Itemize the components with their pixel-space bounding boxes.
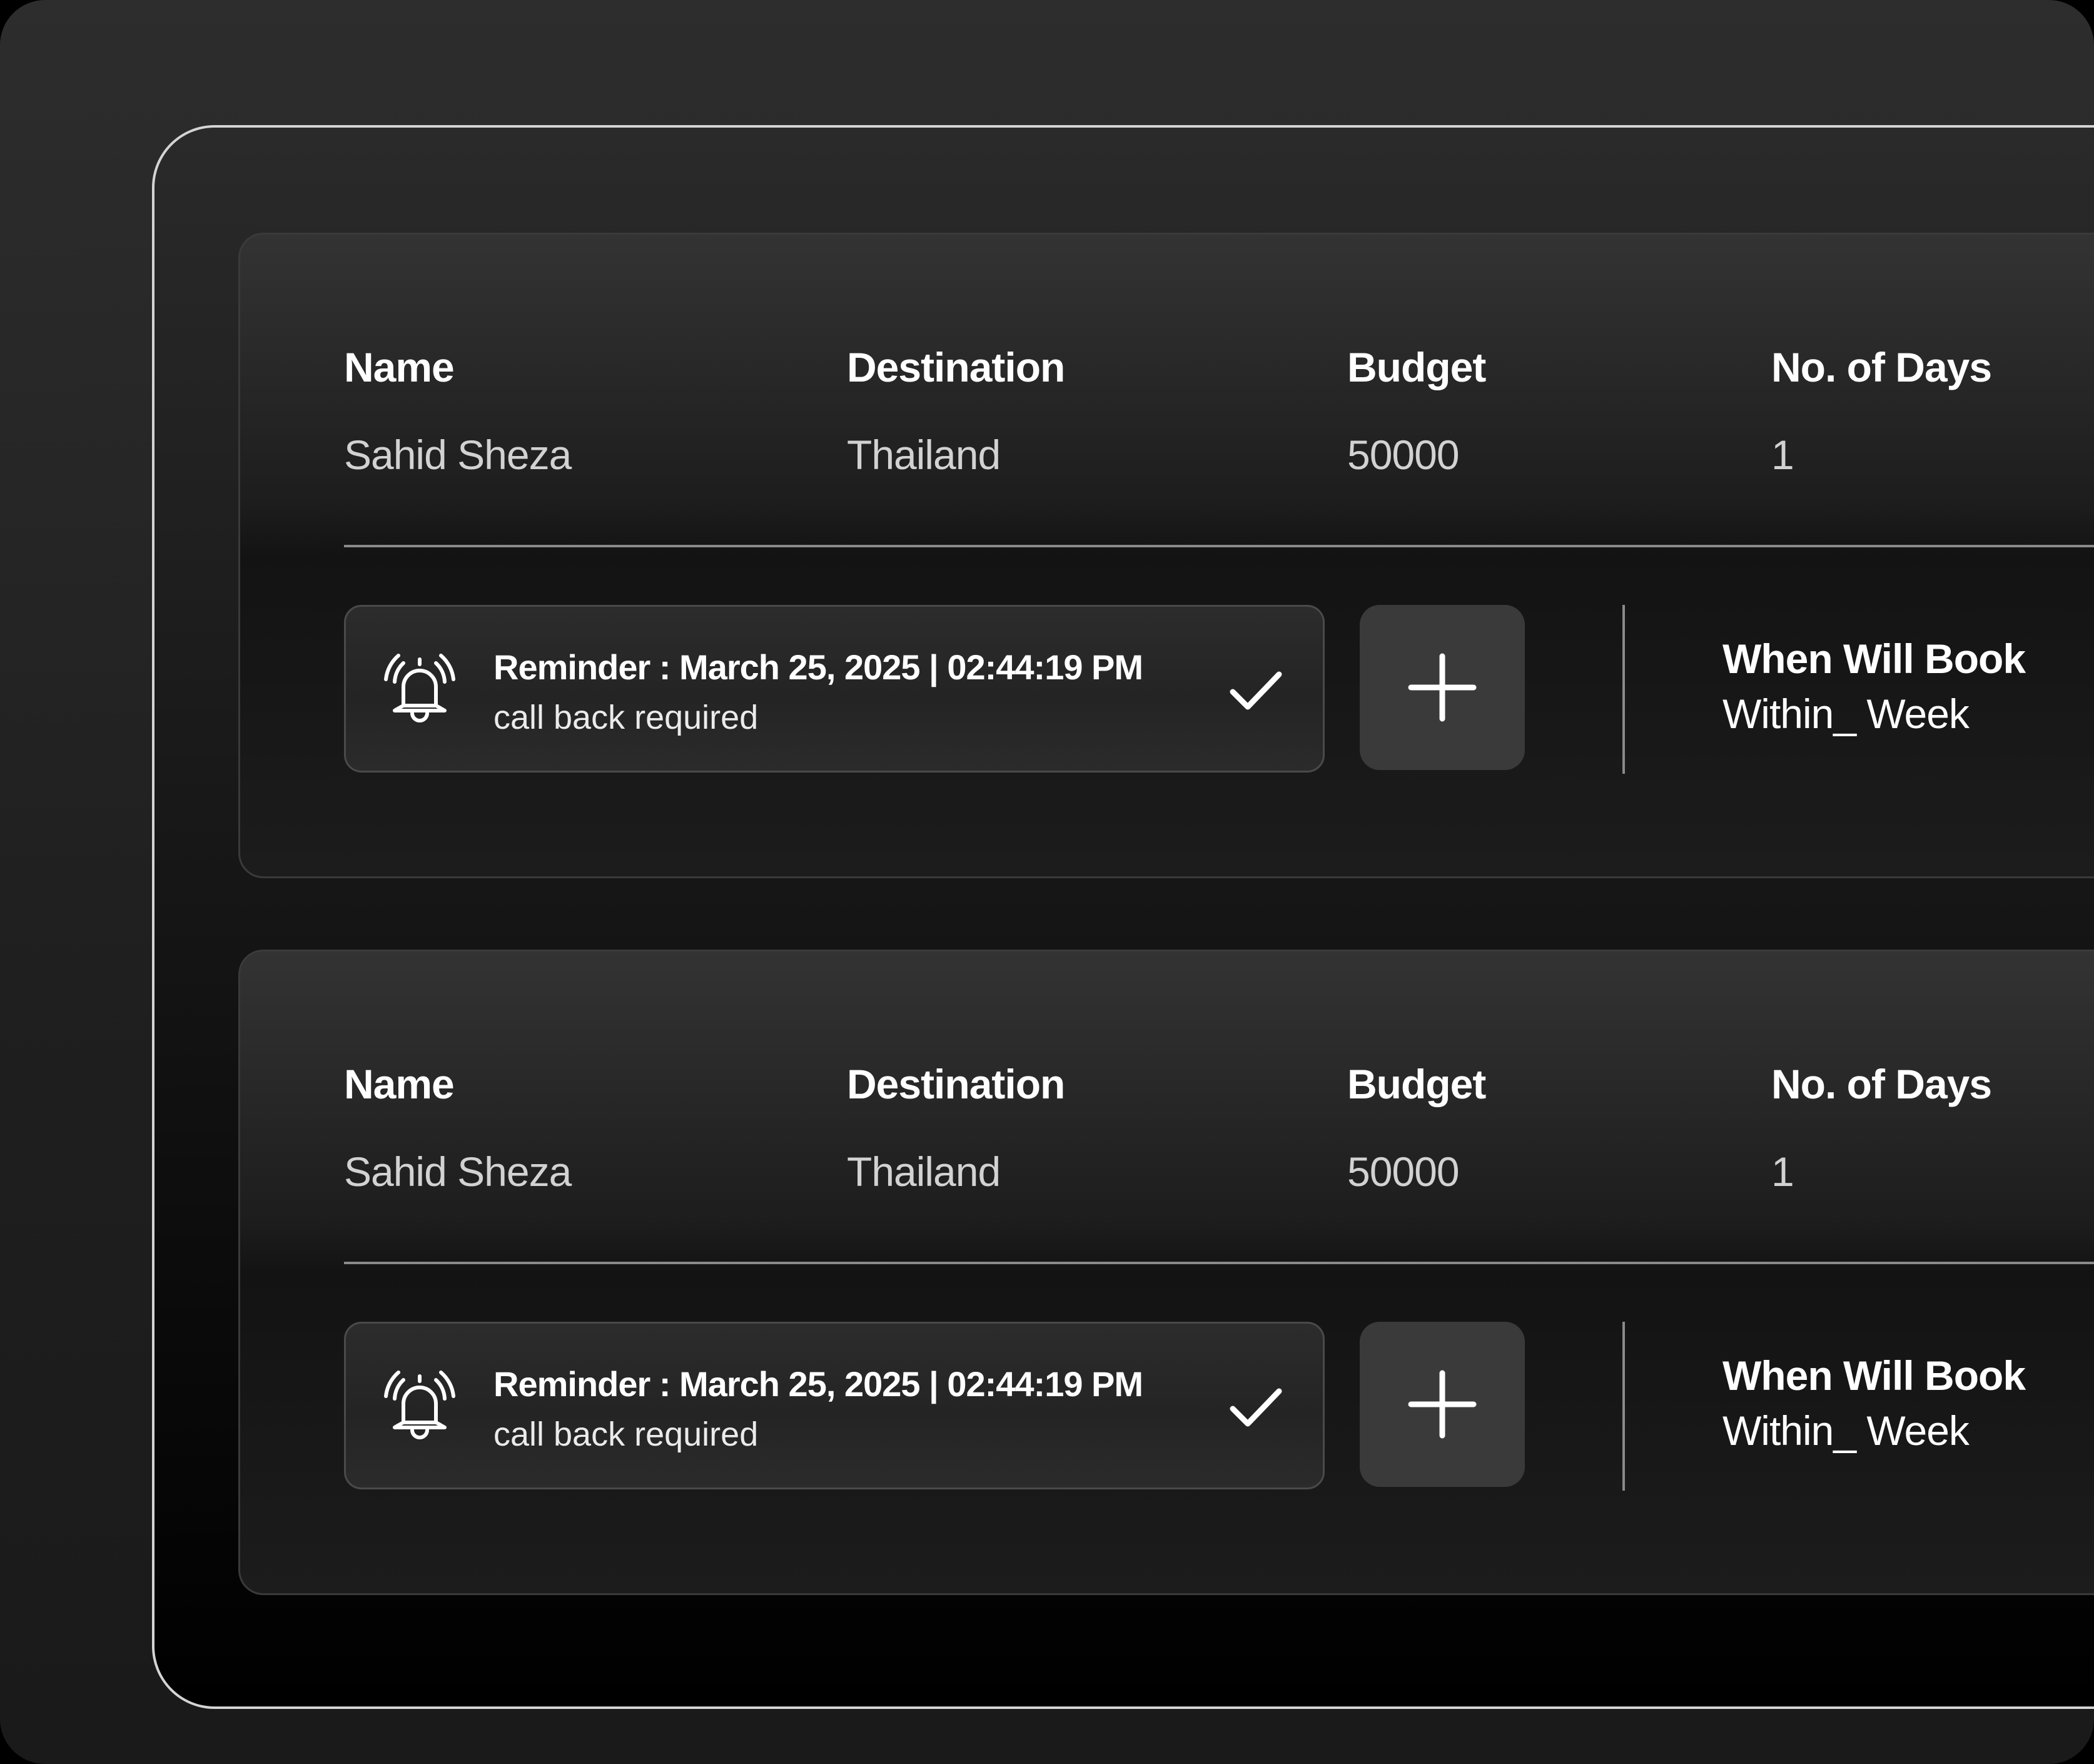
budget-header: Budget	[1347, 344, 1486, 390]
reminder-note: call back required	[493, 1416, 759, 1453]
destination-header: Destination	[847, 344, 1065, 390]
budget-value: 50000	[1347, 432, 1460, 478]
device-frame: Name Sahid Sheza Destination Thailand Bu…	[0, 0, 2094, 1764]
lead-card[interactable]: Name Sahid Sheza Destination Thailand Bu…	[238, 233, 2094, 878]
destination-header: Destination	[847, 1061, 1065, 1107]
reminder-box[interactable]: Reminder : March 25, 2025 | 02:44:19 PM …	[344, 605, 1325, 773]
reminder-note: call back required	[493, 699, 759, 736]
destination-value: Thailand	[847, 1148, 1001, 1195]
days-value: 1	[1771, 1148, 1794, 1195]
plus-icon	[1408, 653, 1477, 722]
name-header: Name	[344, 344, 455, 390]
vertical-divider	[1622, 605, 1625, 774]
add-button[interactable]	[1360, 1322, 1525, 1487]
days-value: 1	[1771, 432, 1794, 478]
budget-header: Budget	[1347, 1061, 1486, 1107]
reminder-title: Reminder : March 25, 2025 | 02:44:19 PM	[493, 1364, 1143, 1404]
destination-value: Thailand	[847, 432, 1001, 478]
budget-value: 50000	[1347, 1148, 1460, 1195]
name-header: Name	[344, 1061, 455, 1107]
reminder-box[interactable]: Reminder : March 25, 2025 | 02:44:19 PM …	[344, 1322, 1325, 1489]
plus-icon	[1408, 1370, 1477, 1439]
days-header: No. of Days	[1771, 1061, 1992, 1107]
name-value: Sahid Sheza	[344, 432, 572, 478]
app-screen: Name Sahid Sheza Destination Thailand Bu…	[152, 125, 2094, 1709]
when-will-book-value: Within_ Week	[1722, 1407, 1970, 1454]
check-icon[interactable]	[1228, 1380, 1284, 1436]
days-header: No. of Days	[1771, 344, 1992, 390]
when-will-book-value: Within_ Week	[1722, 691, 1970, 737]
when-will-book-label: When Will Book	[1722, 636, 2026, 682]
bell-ringing-icon	[384, 1371, 455, 1439]
add-button[interactable]	[1360, 605, 1525, 770]
reminder-title: Reminder : March 25, 2025 | 02:44:19 PM	[493, 647, 1143, 687]
name-value: Sahid Sheza	[344, 1148, 572, 1195]
when-will-book-label: When Will Book	[1722, 1352, 2026, 1399]
card-divider	[344, 545, 2094, 547]
vertical-divider	[1622, 1322, 1625, 1491]
card-divider	[344, 1262, 2094, 1264]
bell-ringing-icon	[384, 654, 455, 722]
lead-card[interactable]: Name Sahid Sheza Destination Thailand Bu…	[238, 950, 2094, 1595]
check-icon[interactable]	[1228, 663, 1284, 719]
